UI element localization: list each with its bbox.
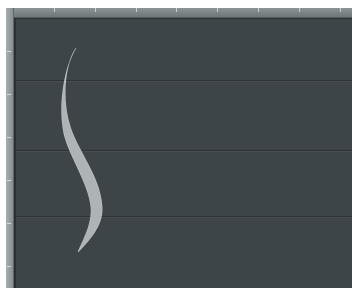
- ruler-tick: [95, 8, 96, 12]
- ruler-tick: [340, 8, 341, 12]
- ruler-tick: [217, 8, 218, 12]
- ruler-tick: [7, 94, 11, 95]
- ruler-tick: [176, 8, 177, 12]
- ruler-tick: [7, 137, 11, 138]
- automation-curve[interactable]: [14, 18, 352, 288]
- ruler-tick: [54, 8, 55, 12]
- ruler-tick: [7, 51, 11, 52]
- left-ruler[interactable]: [6, 8, 14, 288]
- ruler-tick: [258, 8, 259, 12]
- ruler-tick: [299, 8, 300, 12]
- ruler-tick: [136, 8, 137, 12]
- top-ruler[interactable]: [13, 8, 352, 18]
- ruler-tick: [7, 266, 11, 267]
- track-canvas[interactable]: [14, 18, 352, 288]
- automation-curve-shape: [61, 47, 103, 253]
- ruler-tick: [7, 180, 11, 181]
- editor-frame: [0, 0, 352, 288]
- ruler-tick: [7, 223, 11, 224]
